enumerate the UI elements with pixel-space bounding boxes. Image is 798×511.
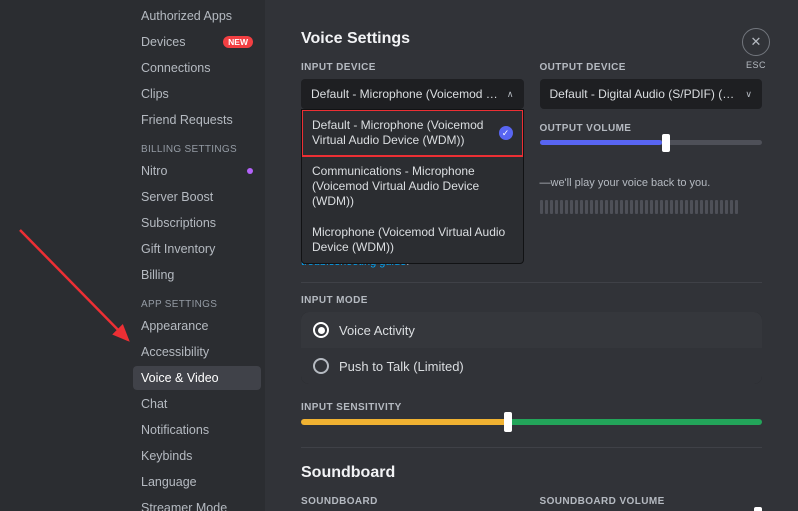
sidebar-item-clips[interactable]: Clips (133, 82, 261, 106)
chevron-up-icon: ∧ (507, 89, 514, 100)
close-button[interactable]: ✕ ESC (742, 28, 770, 70)
sidebar-item-streamer-mode[interactable]: Streamer Mode (133, 496, 261, 511)
sidebar-item-accessibility[interactable]: Accessibility (133, 340, 261, 364)
sidebar-item-language[interactable]: Language (133, 470, 261, 494)
sidebar-category-billing: BILLING SETTINGS (133, 134, 261, 159)
sidebar-item-subscriptions[interactable]: Subscriptions (133, 211, 261, 235)
output-volume-label: OUTPUT VOLUME (540, 123, 763, 134)
sidebar-item-server-boost[interactable]: Server Boost (133, 185, 261, 209)
sidebar-item-friend-requests[interactable]: Friend Requests (133, 108, 261, 132)
dropdown-option[interactable]: Microphone (Voicemod Virtual Audio Devic… (302, 217, 523, 263)
divider (301, 282, 762, 283)
output-device-label: OUTPUT DEVICE (540, 62, 763, 73)
sidebar-item-authorized-apps[interactable]: Authorized Apps (133, 4, 261, 28)
sidebar-item-keybinds[interactable]: Keybinds (133, 444, 261, 468)
radio-push-to-talk[interactable]: Push to Talk (Limited) (301, 348, 762, 384)
settings-main: ✕ ESC Voice Settings INPUT DEVICE Defaul… (265, 0, 798, 511)
input-mode-label: INPUT MODE (301, 295, 762, 306)
sidebar-category-app: APP SETTINGS (133, 289, 261, 314)
soundboard-title: Soundboard (301, 464, 762, 482)
mic-test-hint: —we'll play your voice back to you. (540, 175, 763, 192)
sidebar-item-voice-video[interactable]: Voice & Video (133, 366, 261, 390)
sidebar-item-nitro[interactable]: Nitro (133, 159, 261, 183)
output-volume-slider[interactable] (540, 140, 763, 145)
radio-voice-activity[interactable]: Voice Activity (301, 312, 762, 348)
sidebar-item-connections[interactable]: Connections (133, 56, 261, 80)
input-device-dropdown: Default - Microphone (Voicemod Virtual A… (301, 109, 524, 264)
soundboard-volume-label: SOUNDBOARD VOLUME (540, 496, 763, 507)
sidebar-item-gift-inventory[interactable]: Gift Inventory (133, 237, 261, 261)
settings-sidebar: Authorized Apps DevicesNEW Connections C… (0, 0, 265, 511)
new-badge: NEW (223, 36, 253, 48)
page-title: Voice Settings (301, 30, 762, 48)
close-icon: ✕ (742, 28, 770, 56)
dropdown-option[interactable]: Default - Microphone (Voicemod Virtual A… (302, 110, 523, 156)
radio-icon (313, 358, 329, 374)
radio-icon (313, 322, 329, 338)
nitro-dot-icon (247, 168, 253, 174)
input-mode-group: Voice Activity Push to Talk (Limited) (301, 312, 762, 384)
sidebar-item-appearance[interactable]: Appearance (133, 314, 261, 338)
sidebar-item-chat[interactable]: Chat (133, 392, 261, 416)
input-device-select[interactable]: Default - Microphone (Voicemod Virtual ∧ (301, 79, 524, 109)
mic-level-meter (540, 200, 763, 214)
input-sensitivity-slider[interactable] (301, 419, 762, 425)
soundboard-label: SOUNDBOARD (301, 496, 524, 507)
input-sensitivity-label: INPUT SENSITIVITY (301, 402, 762, 413)
dropdown-option[interactable]: Communications - Microphone (Voicemod Vi… (302, 156, 523, 217)
divider (301, 447, 762, 448)
chevron-down-icon: ∨ (745, 89, 752, 100)
check-icon: ✓ (499, 126, 513, 140)
sidebar-item-notifications[interactable]: Notifications (133, 418, 261, 442)
input-device-label: INPUT DEVICE (301, 62, 524, 73)
sidebar-item-billing[interactable]: Billing (133, 263, 261, 287)
sidebar-item-devices[interactable]: DevicesNEW (133, 30, 261, 54)
output-device-select[interactable]: Default - Digital Audio (S/PDIF) (High D… (540, 79, 763, 109)
esc-label: ESC (746, 60, 766, 70)
